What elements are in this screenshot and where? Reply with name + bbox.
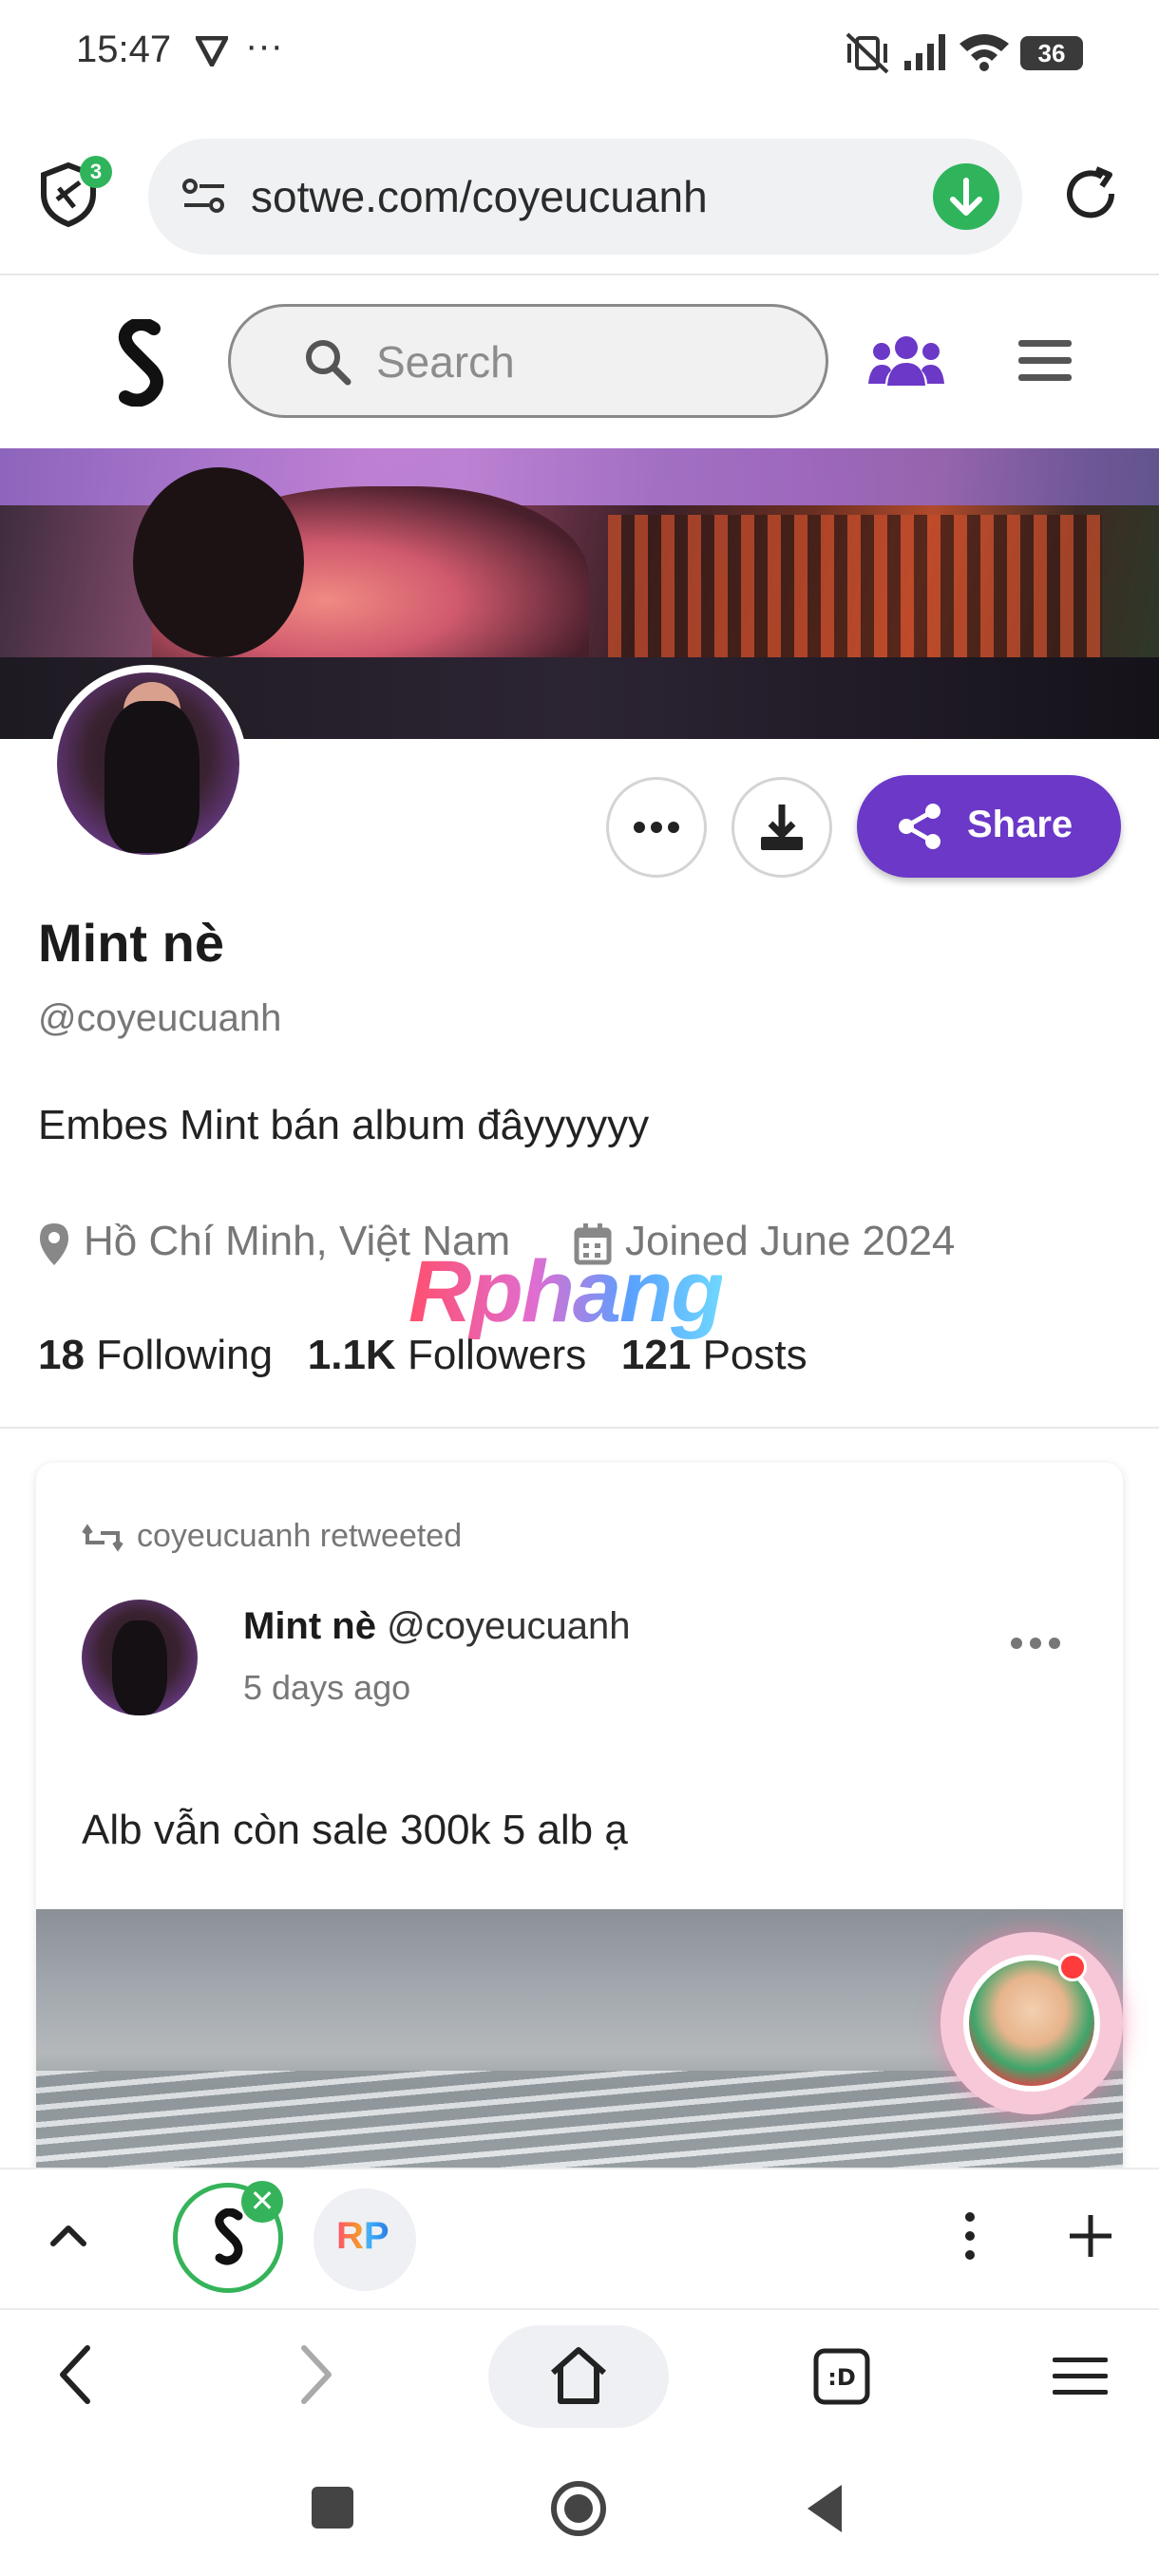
menu-icon[interactable] — [1018, 338, 1072, 384]
url-text[interactable]: sotwe.com/coyeucuanh — [251, 171, 708, 222]
posts-stat[interactable]: 121 Posts — [621, 1332, 808, 1378]
users-icon[interactable] — [868, 332, 944, 389]
post-author-avatar[interactable] — [82, 1600, 198, 1715]
status-time: 15:47 — [76, 28, 172, 70]
retweet-icon — [82, 1524, 124, 1552]
search-icon — [306, 340, 352, 386]
post-author[interactable]: Mint nè @coyeucuanh — [243, 1605, 630, 1648]
sotwe-tab-icon — [215, 2208, 243, 2265]
tab-more-icon[interactable] — [956, 2209, 984, 2263]
reload-icon[interactable] — [1060, 165, 1123, 228]
search-placeholder: Search — [376, 337, 515, 387]
site-settings-icon[interactable] — [182, 177, 226, 215]
vibrate-off-icon — [846, 32, 889, 74]
browser-menu-icon[interactable] — [1053, 2356, 1108, 2397]
forward-icon[interactable] — [296, 2344, 334, 2405]
wifi-icon — [960, 34, 1009, 71]
home-icon — [551, 2347, 606, 2404]
share-label: Share — [967, 804, 1074, 845]
svg-text::D: :D — [827, 2364, 856, 2391]
recents-icon[interactable] — [312, 2487, 353, 2529]
close-tab-icon[interactable]: ✕ — [241, 2181, 283, 2223]
signal-triangle-icon — [196, 36, 228, 66]
watermark-logo: Rphang — [408, 1243, 724, 1340]
more-options-button[interactable] — [606, 777, 707, 878]
profile-name: Mint nè — [38, 913, 224, 973]
post-timestamp: 5 days ago — [243, 1668, 411, 1707]
download-page-button[interactable] — [933, 163, 999, 230]
battery-icon: 36 — [1020, 36, 1083, 70]
android-back-icon[interactable] — [804, 2483, 846, 2534]
download-button[interactable] — [732, 777, 832, 878]
divider — [0, 1427, 1159, 1429]
profile-stats: 18 Following 1.1K Followers 121 Posts — [38, 1332, 808, 1379]
tabs-switcher-icon[interactable]: :D — [813, 2348, 870, 2405]
cell-signal-icon — [904, 34, 945, 70]
post-more-icon[interactable] — [1009, 1634, 1062, 1653]
more-status-icon: ··· — [245, 25, 283, 66]
ellipsis-icon — [634, 822, 679, 833]
status-bar: 15:47 ··· 36 — [0, 0, 1159, 104]
android-home-icon[interactable] — [549, 2479, 608, 2538]
chevron-up-icon[interactable] — [49, 2217, 87, 2255]
profile-bio: Embes Mint bán album đâyyyyyy — [38, 1102, 650, 1148]
back-icon[interactable] — [57, 2344, 95, 2405]
share-icon — [899, 804, 940, 849]
download-icon — [761, 805, 803, 850]
shield-count-badge: 3 — [80, 156, 112, 188]
following-stat[interactable]: 18 Following — [38, 1332, 273, 1378]
post-text: Alb vẫn còn sale 300k 5 alb ạ — [82, 1807, 628, 1853]
location-pin-icon — [40, 1223, 68, 1265]
new-tab-icon[interactable] — [1068, 2213, 1113, 2259]
profile-handle: @coyeucuanh — [38, 997, 282, 1039]
rp-tab-label: RP — [336, 2215, 390, 2257]
home-button[interactable] — [488, 2325, 669, 2428]
site-logo-icon[interactable] — [112, 319, 169, 407]
followers-stat[interactable]: 1.1K Followers — [308, 1332, 586, 1378]
profile-avatar[interactable] — [49, 665, 247, 862]
retweet-label: coyeucuanh retweeted — [137, 1518, 463, 1554]
arrow-down-icon — [950, 178, 982, 216]
floating-ad-bubble[interactable] — [940, 1932, 1123, 2114]
